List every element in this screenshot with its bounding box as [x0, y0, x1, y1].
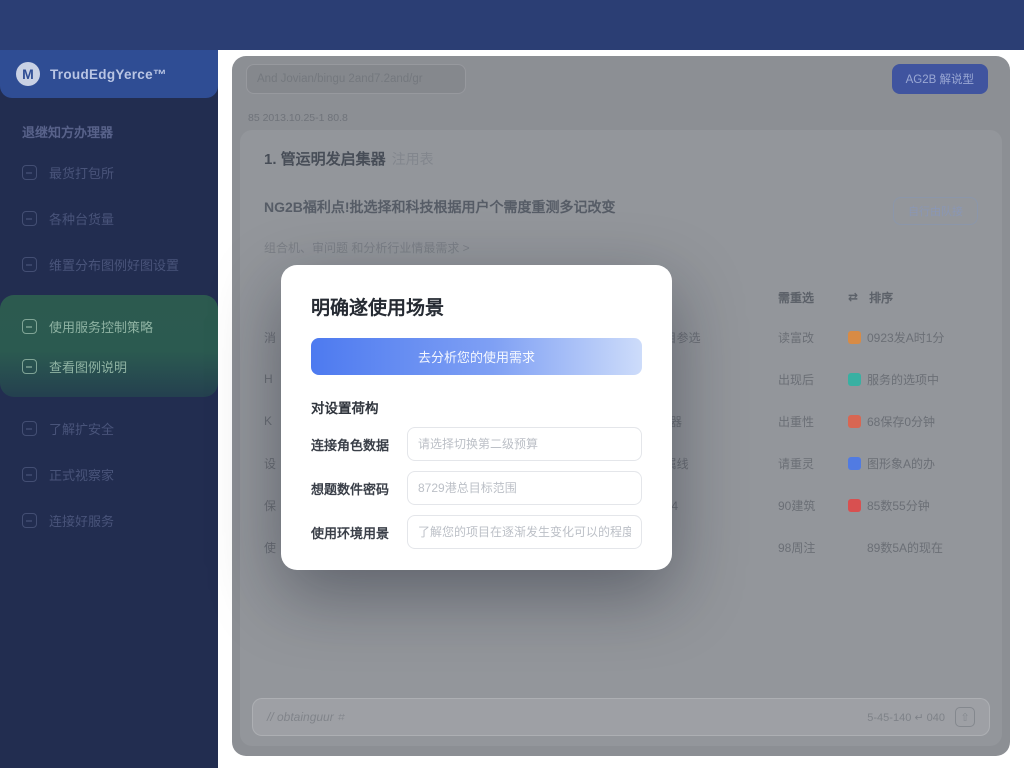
modal-field-2: 想题数件密码: [311, 471, 642, 505]
sidebar-item-label: 正式视察家: [49, 465, 114, 484]
row-tag-text: 服务的选项中: [867, 371, 939, 388]
blank-icon: [848, 541, 861, 554]
row-status: 98周注: [778, 539, 848, 556]
message-input-bar[interactable]: // obtainguur ⌗ 5-45-140 ↵ 040 ⇧: [252, 698, 990, 736]
sidebar-item-7[interactable]: 正式视察家: [0, 459, 218, 489]
sidebar-item-3[interactable]: 维置分布图例好图设置: [0, 249, 218, 279]
modal-field-1: 连接角色数据: [311, 427, 642, 461]
row-status: 90建筑: [778, 497, 848, 514]
table-header-status: 需重选: [778, 289, 848, 306]
shield-icon: [22, 319, 37, 334]
row-tag: 0923发A时1分: [848, 329, 978, 346]
row-tag-text: 图形象A的办: [867, 455, 935, 472]
row-tag: 服务的选项中: [848, 371, 978, 388]
doc-icon: [848, 331, 861, 344]
video-icon: [22, 467, 37, 482]
row-status: 出重性: [778, 413, 848, 430]
field-label: 使用环境用景: [311, 523, 407, 542]
row-tag-text: 89数5A的现在: [867, 539, 943, 556]
folder-icon: [22, 165, 37, 180]
card-title: NG2B福利点!批选择和科技根据用户个需度重测多记改变: [264, 197, 616, 217]
usage-scenario-modal: 明确遂使用场景 去分析您的使用需求 对设置荷构 连接角色数据 想题数件密码 使用…: [281, 265, 672, 570]
breadcrumb: 85 2013.10.25-1 80.8: [248, 112, 348, 124]
sidebar-item-label: 使用服务控制策略: [49, 317, 153, 336]
section-title-text: 1. 管运明发启集器: [264, 151, 386, 168]
list-icon: [22, 211, 37, 226]
row-tag: 68保存0分钟: [848, 413, 978, 430]
modal-section-label: 对设置荷构: [311, 397, 642, 417]
logo-text: TroudEdgYerce™: [50, 67, 167, 82]
footer-controls: 5-45-140 ↵ 040 ⇧: [867, 707, 975, 727]
sidebar-section-label: 退继知方办理器: [22, 122, 218, 141]
lock-icon: [22, 421, 37, 436]
sidebar-item-8[interactable]: 连接好服务: [0, 505, 218, 535]
footer-counter: 5-45-140 ↵ 040: [867, 711, 945, 724]
logo: M TroudEdgYerce™: [0, 50, 218, 98]
sidebar-item-4-active[interactable]: 使用服务控制策略: [0, 311, 218, 341]
sidebar-item-label: 最货打包所: [49, 163, 114, 182]
top-bar: [0, 0, 1024, 50]
row-status: 读富改: [778, 329, 848, 346]
section-title-suffix: 注用表: [392, 151, 434, 167]
sidebar-active-group: 使用服务控制策略 查看图例说明: [0, 295, 218, 397]
search-input[interactable]: [246, 64, 466, 94]
row-tag: 图形象A的办: [848, 455, 978, 472]
field-label: 连接角色数据: [311, 435, 407, 454]
alert-icon: [848, 499, 861, 512]
sort-arrows-icon: ⇄: [848, 290, 858, 304]
grid-icon: [848, 373, 861, 386]
row-status: 出现后: [778, 371, 848, 388]
legend-icon: [22, 359, 37, 374]
field-input-2[interactable]: [407, 471, 642, 505]
sidebar-item-2[interactable]: 各种台货量: [0, 203, 218, 233]
ag2b-action-button[interactable]: AG2B 解说型: [892, 64, 988, 94]
sidebar-item-6[interactable]: 了解扩安全: [0, 413, 218, 443]
doc-icon: [848, 415, 861, 428]
layout-icon: [22, 257, 37, 272]
modal-field-3: 使用环境用景: [311, 515, 642, 549]
message-input-placeholder: // obtainguur ⌗: [267, 710, 344, 725]
sidebar-item-label: 查看图例说明: [49, 357, 127, 376]
sidebar-item-5-active[interactable]: 查看图例说明: [0, 351, 218, 381]
field-input-1[interactable]: [407, 427, 642, 461]
row-tag: 85数55分钟: [848, 497, 978, 514]
field-input-3[interactable]: [407, 515, 642, 549]
logo-badge-icon: M: [16, 62, 40, 86]
card-subtitle: 组合机、审问题 和分析行业情最需求 >: [264, 239, 978, 256]
sidebar-item-label: 各种台货量: [49, 209, 114, 228]
analyze-needs-button[interactable]: 去分析您的使用需求: [311, 338, 642, 375]
sort-label: 排序: [869, 289, 893, 306]
field-label: 想题数件密码: [311, 479, 407, 498]
sidebar-nav: 最货打包所 各种台货量 维置分布图例好图设置 使用服务控制策略 查看图例说明: [0, 157, 218, 535]
sidebar-item-label: 维置分布图例好图设置: [49, 255, 179, 274]
modal-title: 明确遂使用场景: [311, 293, 642, 320]
link-icon: [22, 513, 37, 528]
card-action-button[interactable]: 自行由队接: [893, 197, 978, 225]
table-header-sort[interactable]: ⇄ 排序: [848, 289, 978, 306]
row-status: 请重灵: [778, 455, 848, 472]
sidebar-item-1[interactable]: 最货打包所: [0, 157, 218, 187]
sidebar-item-label: 了解扩安全: [49, 419, 114, 438]
sidebar-item-label: 连接好服务: [49, 511, 114, 530]
row-tag-text: 68保存0分钟: [867, 413, 935, 430]
card-header: NG2B福利点!批选择和科技根据用户个需度重测多记改变 自行由队接: [264, 197, 978, 225]
row-tag-text: 85数55分钟: [867, 497, 930, 514]
section-title: 1. 管运明发启集器注用表: [264, 148, 978, 169]
sidebar: M TroudEdgYerce™ 退继知方办理器 最货打包所 各种台货量 维置分…: [0, 50, 218, 768]
page: M TroudEdgYerce™ 退继知方办理器 最货打包所 各种台货量 维置分…: [0, 0, 1024, 768]
send-icon[interactable]: ⇧: [955, 707, 975, 727]
row-tag-text: 0923发A时1分: [867, 329, 944, 346]
row-tag: 89数5A的现在: [848, 539, 978, 556]
chart-icon: [848, 457, 861, 470]
